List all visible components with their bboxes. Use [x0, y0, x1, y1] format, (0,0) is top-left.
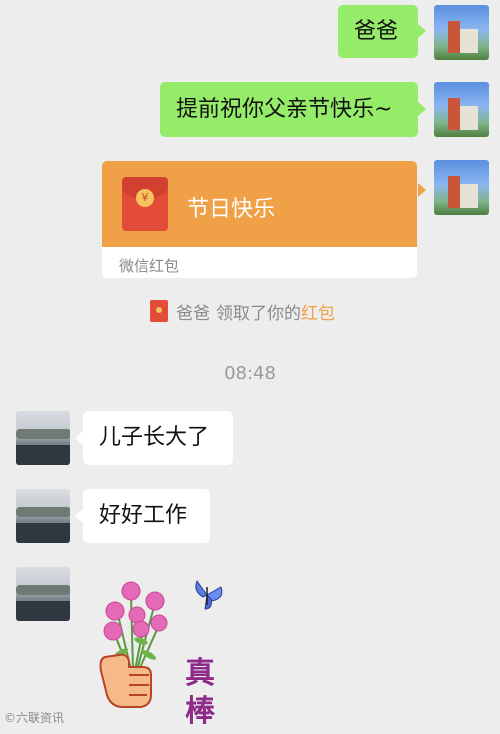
bubble-tail [418, 102, 426, 116]
contact-avatar[interactable] [16, 411, 70, 465]
my-avatar[interactable] [434, 82, 489, 137]
contact-avatar[interactable] [16, 567, 70, 621]
sticker-image [99, 579, 223, 708]
notice-action: 领取了你的 [216, 303, 301, 324]
coin-icon: ¥ [136, 189, 154, 207]
red-packet-card[interactable]: ¥ 节日快乐 微信红包 [102, 161, 417, 278]
red-packet-footer: 微信红包 [119, 257, 180, 275]
message-text: 爸爸 [354, 18, 399, 44]
red-packet-small-icon [150, 300, 168, 322]
red-packet-title: 节日快乐 [187, 197, 276, 222]
timestamp: 08:48 [224, 363, 276, 384]
contact-avatar[interactable] [16, 489, 70, 543]
notice-name: 爸爸 [176, 303, 210, 324]
watermark: ©六联资讯 [4, 711, 65, 725]
bubble-tail [75, 431, 83, 445]
flower-thumbs-up-sticker[interactable]: 真 棒 [93, 575, 243, 730]
red-packet-link[interactable]: 红包 [301, 299, 335, 324]
my-avatar[interactable] [434, 5, 489, 60]
message-text: 儿子长大了 [99, 425, 210, 450]
message-bubble-sent[interactable]: 爸爸 [338, 5, 418, 58]
message-bubble-received[interactable]: 儿子长大了 [83, 411, 233, 465]
system-notice: 爸爸 领取了你的 红包 [150, 299, 335, 324]
bubble-tail [418, 183, 426, 197]
my-avatar[interactable] [434, 160, 489, 215]
message-text: 好好工作 [99, 503, 188, 528]
message-bubble-received[interactable]: 好好工作 [83, 489, 210, 543]
sticker-text-2: 棒 [185, 694, 215, 729]
message-text: 提前祝你父亲节快乐~ [176, 96, 393, 122]
message-bubble-sent[interactable]: 提前祝你父亲节快乐~ [160, 82, 418, 137]
bubble-tail [418, 24, 426, 38]
red-packet-icon: ¥ [122, 177, 168, 231]
bubble-tail [75, 509, 83, 523]
